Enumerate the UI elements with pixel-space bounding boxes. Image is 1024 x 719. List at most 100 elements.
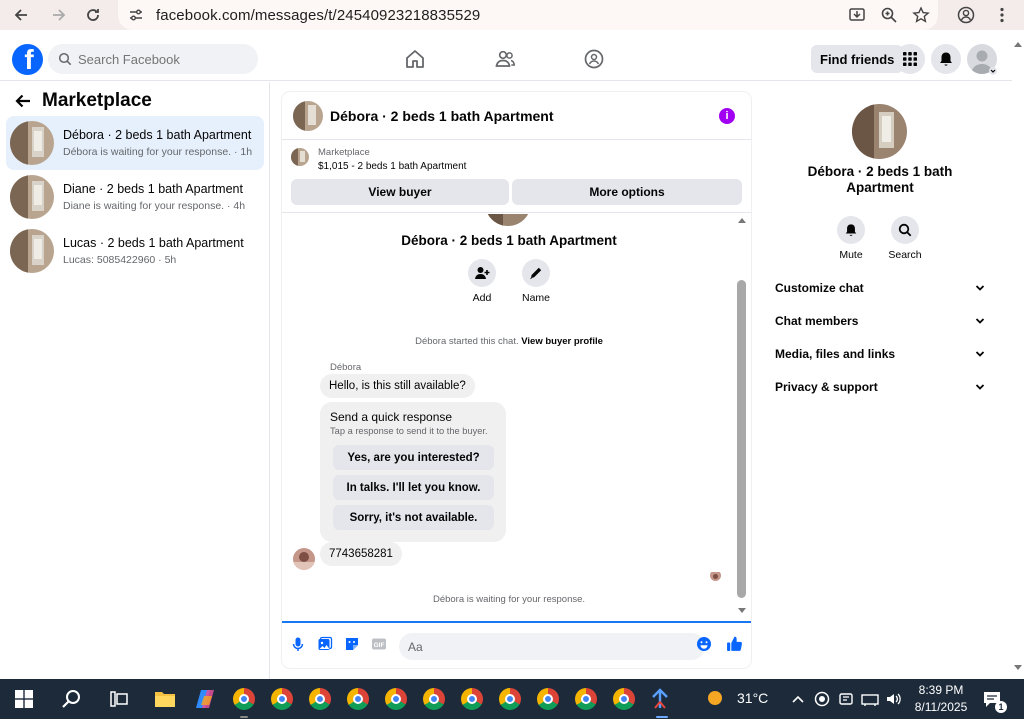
- network-icon[interactable]: [858, 687, 882, 711]
- chat-scroll-down-icon[interactable]: [738, 608, 746, 613]
- search-icon[interactable]: [60, 687, 84, 711]
- more-options-button[interactable]: More options: [512, 179, 742, 205]
- incoming-message: Hello, is this still available?: [320, 374, 475, 398]
- account-chevron-icon[interactable]: [988, 67, 998, 75]
- page-scrollbar[interactable]: [1012, 37, 1024, 679]
- view-buyer-profile-link[interactable]: View buyer profile: [521, 336, 603, 347]
- chrome-profile-icon[interactable]: [346, 687, 370, 711]
- scroll-down-arrow-icon[interactable]: [1014, 665, 1022, 670]
- forward-arrow-icon[interactable]: [44, 0, 74, 30]
- show-hidden-icons-icon[interactable]: [786, 687, 810, 711]
- chrome-profile-icon[interactable]: [498, 687, 522, 711]
- chrome-profile-icon[interactable]: [308, 687, 332, 711]
- file-explorer-icon[interactable]: [153, 687, 177, 711]
- listing-title[interactable]: $1,015 - 2 beds 1 bath Apartment: [318, 161, 466, 172]
- page-title: Marketplace: [42, 90, 152, 111]
- pinned-app-icon[interactable]: [648, 687, 672, 711]
- incoming-message: 7743658281: [320, 542, 402, 566]
- marketplace-heading: Marketplace: [14, 90, 152, 112]
- emoji-icon[interactable]: [696, 636, 712, 652]
- facebook-search-box[interactable]: [48, 44, 258, 74]
- bookmark-star-icon[interactable]: [912, 6, 930, 24]
- mute-action[interactable]: Mute: [826, 216, 876, 261]
- install-app-icon[interactable]: [848, 6, 866, 24]
- sticker-icon[interactable]: [344, 636, 360, 652]
- add-person-icon[interactable]: [468, 259, 496, 287]
- chrome-profile-icon[interactable]: [460, 687, 484, 711]
- quick-response-subtitle: Tap a response to send it to the buyer.: [330, 426, 488, 436]
- chat-scrollbar[interactable]: [737, 214, 749, 620]
- listing-thumbnail: [291, 148, 309, 166]
- photo-icon[interactable]: [317, 636, 333, 652]
- url-text: facebook.com/messages/t/2454092321883552…: [156, 6, 481, 24]
- find-friends-button[interactable]: Find friends: [811, 45, 904, 73]
- clock-date[interactable]: 8/11/2025: [910, 700, 972, 714]
- weather-icon[interactable]: [705, 687, 729, 711]
- chat-avatar[interactable]: [293, 101, 323, 131]
- search-action[interactable]: Search: [880, 216, 930, 261]
- conversation-item[interactable]: Débora · 2 beds 1 bath Apartment Débora …: [6, 116, 264, 170]
- facebook-logo-icon[interactable]: f: [12, 44, 43, 75]
- gif-icon[interactable]: GIF: [371, 636, 387, 652]
- groups-icon[interactable]: [582, 47, 606, 71]
- record-icon[interactable]: [810, 687, 834, 711]
- chrome-profile-icon[interactable]: [384, 687, 408, 711]
- chat-scroll-thumb[interactable]: [737, 280, 746, 598]
- bell-icon[interactable]: [837, 216, 865, 244]
- view-buyer-button[interactable]: View buyer: [291, 179, 509, 205]
- chrome-profile-icon[interactable]: [612, 687, 636, 711]
- address-bar[interactable]: facebook.com/messages/t/2454092321883552…: [118, 0, 938, 30]
- reload-icon[interactable]: [78, 0, 108, 30]
- chrome-profile-icon[interactable]: [232, 687, 256, 711]
- add-action[interactable]: Add: [462, 259, 502, 304]
- customize-chat-section[interactable]: Customize chat: [775, 278, 985, 298]
- scroll-up-arrow-icon[interactable]: [1014, 42, 1022, 47]
- chrome-profile-icon[interactable]: [536, 687, 560, 711]
- back-arrow-icon[interactable]: [14, 92, 32, 110]
- sender-avatar[interactable]: [293, 548, 315, 570]
- site-info-icon[interactable]: [128, 7, 144, 23]
- chrome-profile-icon[interactable]: [574, 687, 598, 711]
- profile-icon[interactable]: [950, 0, 982, 30]
- contact-avatar[interactable]: [852, 104, 907, 159]
- chat-members-section[interactable]: Chat members: [775, 311, 985, 331]
- clock-time[interactable]: 8:39 PM: [917, 683, 965, 697]
- message-input[interactable]: Aa: [399, 633, 705, 660]
- chat-title[interactable]: Débora · 2 beds 1 bath Apartment: [330, 108, 554, 124]
- back-arrow-icon[interactable]: [6, 0, 36, 30]
- chrome-profile-icon[interactable]: [422, 687, 446, 711]
- menu-grid-icon[interactable]: [895, 44, 925, 74]
- windows-taskbar: 31°C 8:39 PM 8/11/2025 1: [0, 679, 1024, 719]
- zoom-icon[interactable]: [880, 6, 898, 24]
- thumbs-up-icon[interactable]: [726, 635, 743, 652]
- conversation-item[interactable]: Lucas · 2 beds 1 bath Apartment Lucas: 5…: [6, 224, 264, 278]
- privacy-support-section[interactable]: Privacy & support: [775, 377, 985, 397]
- search-icon[interactable]: [891, 216, 919, 244]
- home-icon[interactable]: [403, 47, 427, 71]
- friends-icon[interactable]: [493, 47, 517, 71]
- search-input[interactable]: [78, 51, 248, 67]
- task-view-icon[interactable]: [107, 687, 131, 711]
- chat-scroll-up-icon[interactable]: [738, 218, 746, 223]
- facebook-header: f Find friends: [0, 37, 1012, 81]
- svg-text:GIF: GIF: [374, 642, 385, 649]
- windows-start-icon[interactable]: [12, 687, 36, 711]
- read-receipt-avatar: [710, 570, 721, 581]
- media-files-links-section[interactable]: Media, files and links: [775, 344, 985, 364]
- browser-menu-icon[interactable]: [986, 0, 1018, 30]
- volume-icon[interactable]: [882, 687, 906, 711]
- quick-response-button[interactable]: Yes, are you interested?: [333, 445, 494, 470]
- message-thread: Débora · 2 beds 1 bath Apartment Add Nam…: [282, 214, 751, 620]
- conversation-item[interactable]: Diane · 2 beds 1 bath Apartment Diane is…: [6, 170, 264, 224]
- pencil-icon[interactable]: [522, 259, 550, 287]
- notifications-bell-icon[interactable]: [931, 44, 961, 74]
- copilot-icon[interactable]: [193, 687, 217, 711]
- info-icon[interactable]: i: [719, 108, 735, 124]
- temperature[interactable]: 31°C: [737, 690, 768, 706]
- quick-response-button[interactable]: In talks. I'll let you know.: [333, 475, 494, 500]
- meet-now-icon[interactable]: [834, 687, 858, 711]
- name-action[interactable]: Name: [516, 259, 556, 304]
- chrome-profile-icon[interactable]: [270, 687, 294, 711]
- microphone-icon[interactable]: [290, 636, 306, 652]
- quick-response-button[interactable]: Sorry, it's not available.: [333, 505, 494, 530]
